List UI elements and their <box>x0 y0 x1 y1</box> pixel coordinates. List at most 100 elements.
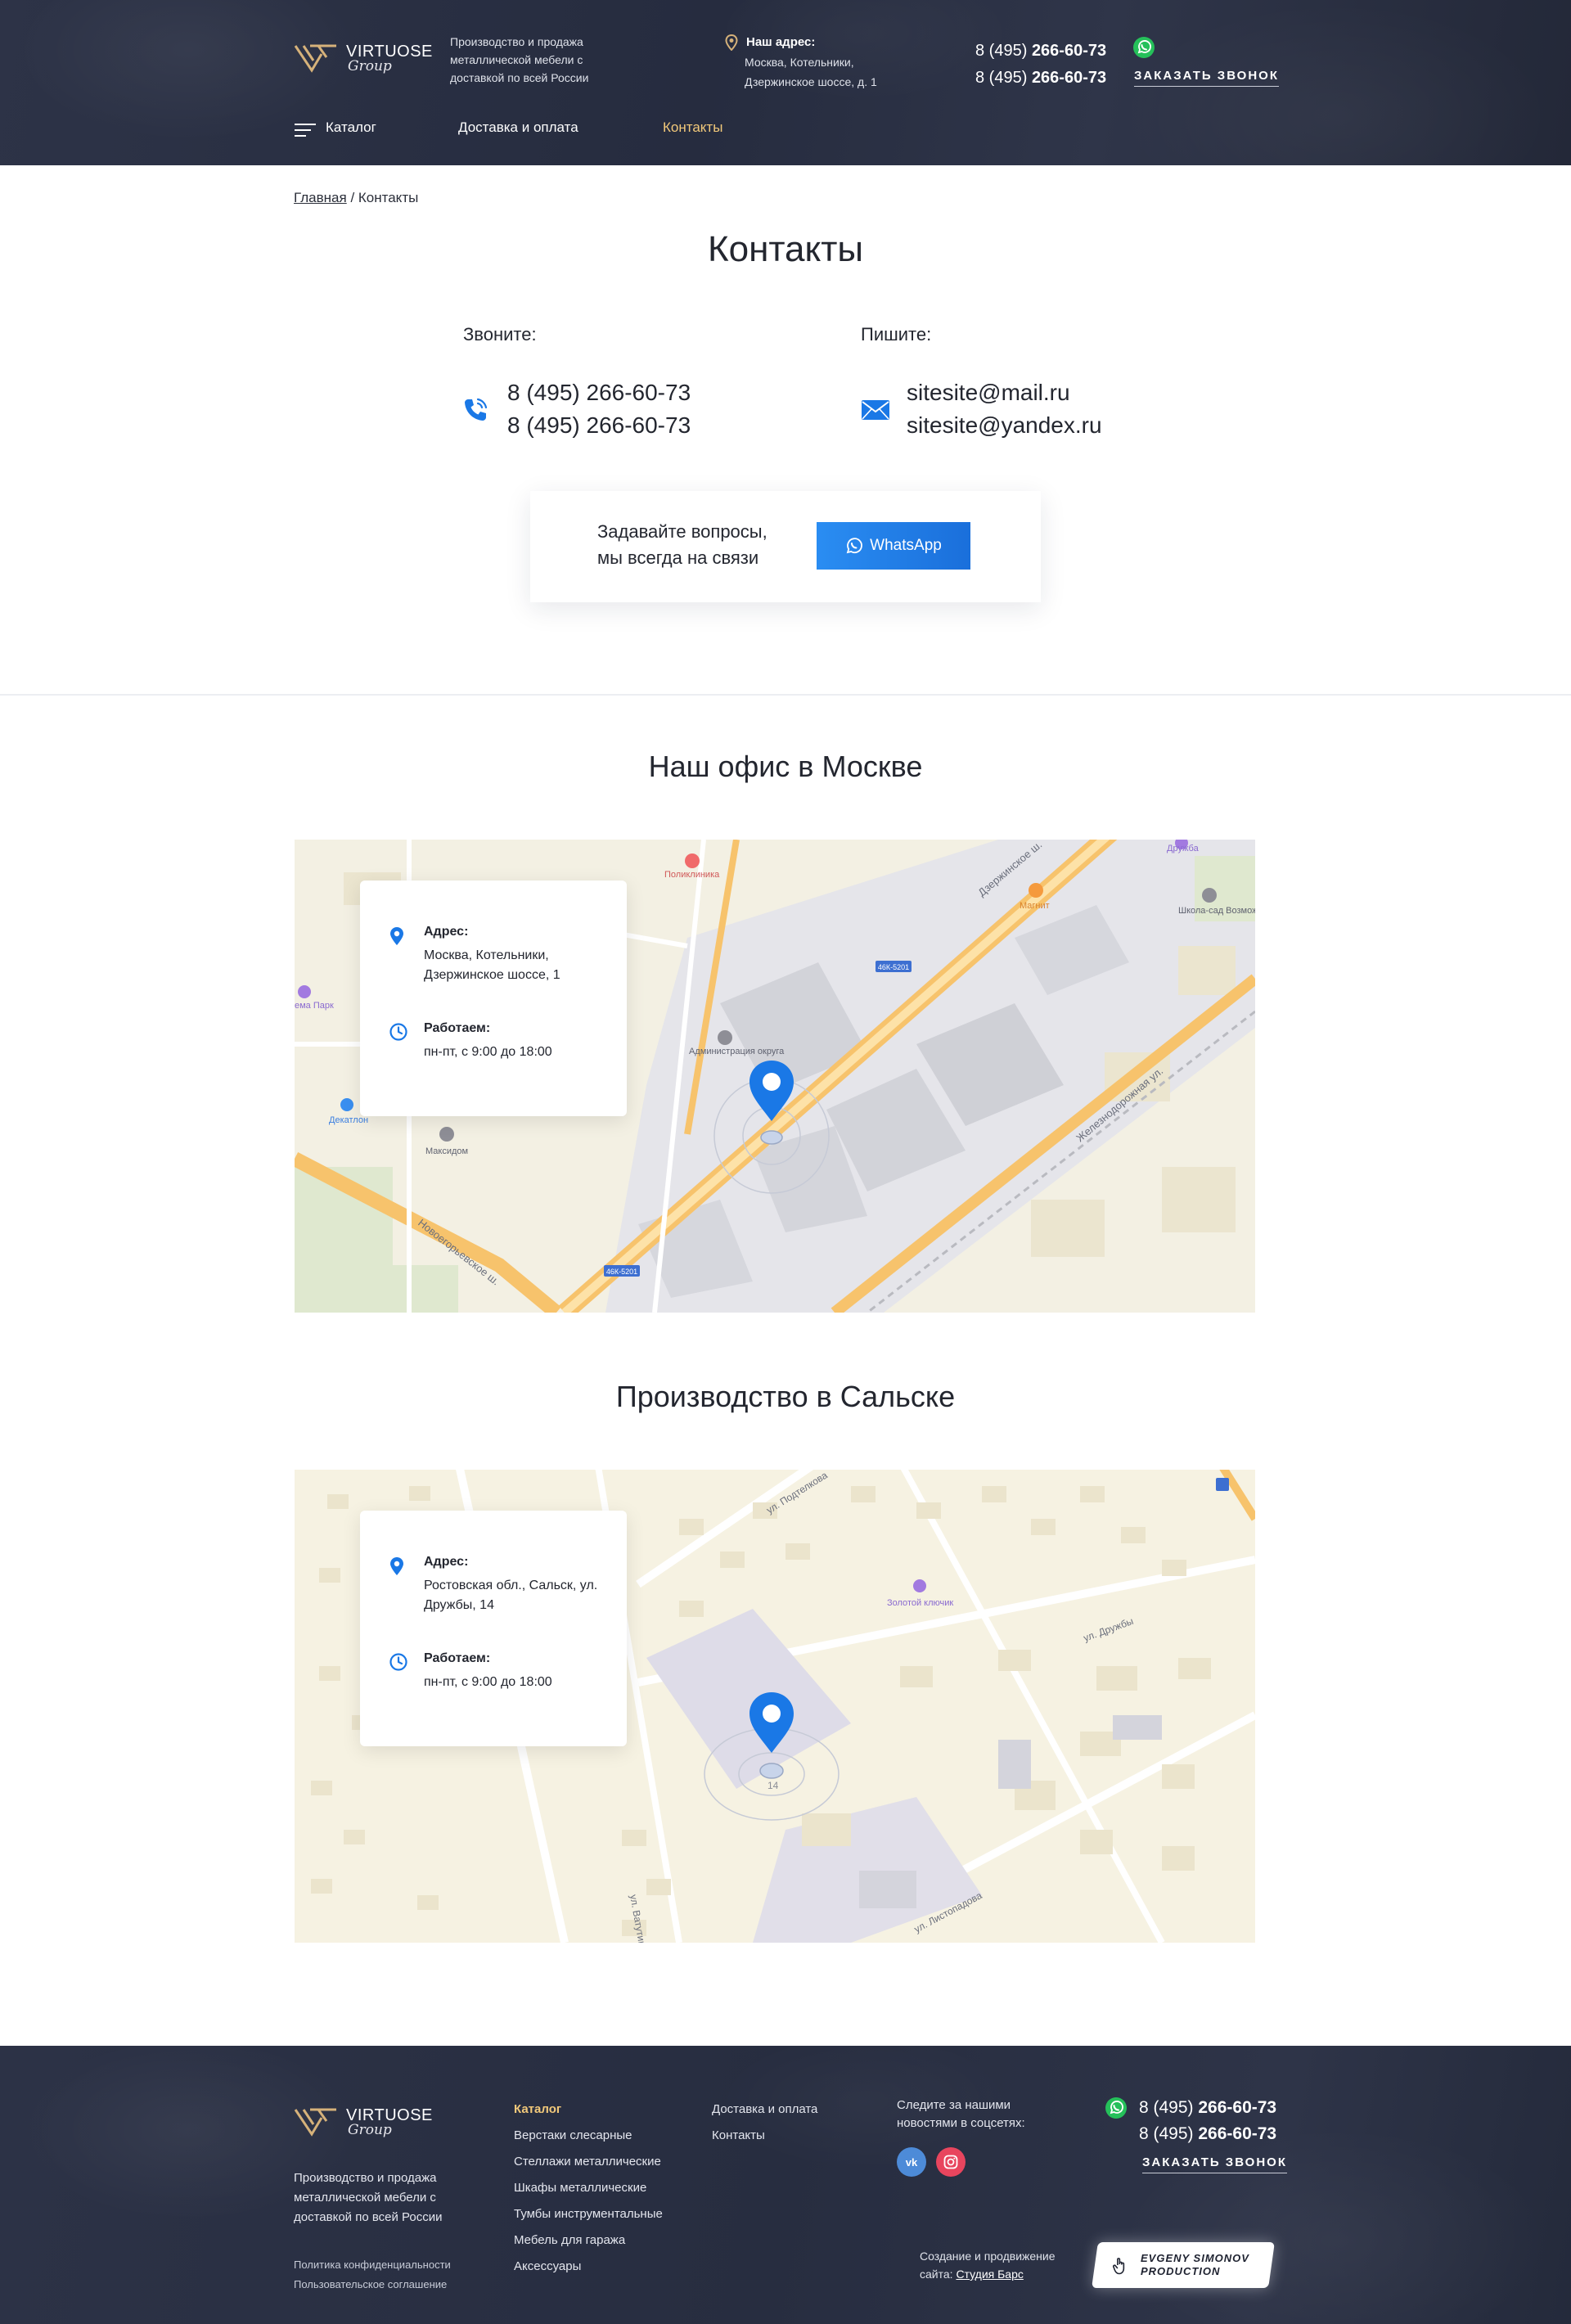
whatsapp-button-label: WhatsApp <box>870 537 942 554</box>
nav-catalog[interactable]: Каталог <box>326 119 376 136</box>
whatsapp-icon <box>846 538 863 554</box>
call-title: Звоните: <box>463 324 537 345</box>
footer-phones: 8 (495) 266-60-73 8 (495) 266-60-73 <box>1139 2095 1276 2147</box>
moscow-hours: пн-пт, с 9:00 до 18:00 <box>424 1045 552 1059</box>
whatsapp-card: Задавайте вопросы, мы всегда на связи Wh… <box>530 491 1041 602</box>
contact-phone-1[interactable]: 8 (495) 266-60-73 <box>507 376 691 409</box>
map-label-key: Золотой ключик <box>887 1598 953 1608</box>
map-label-clinic: Поликлиника <box>664 870 720 880</box>
contact-email-1[interactable]: sitesite@mail.ru <box>907 376 1102 409</box>
salsk-hours: пн-пт, с 9:00 до 18:00 <box>424 1675 552 1689</box>
phone-icon <box>465 398 488 421</box>
whatsapp-icon[interactable] <box>1132 36 1155 59</box>
logo-name: VIRTUOSE <box>346 42 433 61</box>
salsk-hours-label: Работаем: <box>424 1651 491 1665</box>
privacy-link[interactable]: Политика конфиденциальности <box>294 2259 451 2271</box>
whatsapp-card-text: Задавайте вопросы, мы всегда на связи <box>597 521 767 568</box>
contact-emails: sitesite@mail.ru sitesite@yandex.ru <box>907 376 1102 442</box>
nav-contacts[interactable]: Контакты <box>663 119 722 136</box>
agreement-link[interactable]: Пользовательское соглашение <box>294 2278 447 2290</box>
address-title: Наш адрес: <box>746 35 816 49</box>
hand-pointer-icon <box>1112 2258 1125 2275</box>
footer-catalog-head[interactable]: Каталог <box>514 2097 663 2123</box>
page-title: Контакты <box>707 229 864 269</box>
whatsapp-icon[interactable] <box>1105 2097 1128 2119</box>
logo-mark-icon <box>294 2108 336 2137</box>
footer-catalog-column: Каталог Верстаки слесарные Стеллажи мета… <box>514 2097 663 2280</box>
moscow-address-label: Адрес: <box>424 925 469 939</box>
moscow-office-title: Наш офис в Москве <box>648 750 923 783</box>
footer-logo[interactable]: VIRTUOSE Group <box>294 2106 433 2137</box>
breadcrumb-separator: / <box>346 190 358 205</box>
contact-email-2[interactable]: sitesite@yandex.ru <box>907 409 1102 442</box>
instagram-glyph-icon <box>943 2155 958 2169</box>
salsk-map[interactable]: Золотой ключик 14 ул. Подтелкова ул. Дру… <box>295 1470 1255 1943</box>
footer-info-column: Доставка и оплата Контакты <box>712 2097 817 2149</box>
map-label-admin: Администрация округа <box>689 1047 785 1056</box>
developer-badge[interactable]: EVGENY SIMONOV PRODUCTION <box>1092 2242 1275 2288</box>
footer-phone-1[interactable]: 8 (495) 266-60-73 <box>1139 2095 1276 2121</box>
clock-icon <box>389 1023 407 1041</box>
whatsapp-button[interactable]: WhatsApp <box>817 522 970 570</box>
footer-delivery-link[interactable]: Доставка и оплата <box>712 2097 817 2123</box>
contact-phones: 8 (495) 266-60-73 8 (495) 266-60-73 <box>507 376 691 442</box>
map-label-maxidom: Максидом <box>425 1146 468 1156</box>
salsk-info-card: Адрес: Ростовская обл., Сальск, ул. Друж… <box>360 1511 627 1746</box>
header-phone-2[interactable]: 8 (495) 266-60-73 <box>975 65 1106 92</box>
map-label-school: Школа-сад Возможность <box>1178 906 1255 916</box>
location-pin-icon <box>725 34 738 51</box>
footer-catalog-item[interactable]: Мебель для гаража <box>514 2227 663 2254</box>
site-footer: VIRTUOSE Group Производство и продажа ме… <box>0 2046 1571 2324</box>
moscow-info-card: Адрес: Москва, Котельники, Дзержинское ш… <box>360 881 627 1116</box>
footer-catalog-item[interactable]: Верстаки слесарные <box>514 2123 663 2149</box>
vk-icon[interactable]: vk <box>897 2147 926 2177</box>
map-label-house14: 14 <box>767 1780 779 1791</box>
map-badge-1: 46К-5201 <box>878 963 909 971</box>
footer-social-text: Следите за нашими новостями в соцсетях: <box>897 2098 1025 2130</box>
salsk-address-label: Адрес: <box>424 1555 469 1569</box>
breadcrumb-current: Контакты <box>358 190 419 205</box>
breadcrumb: Главная / Контакты <box>294 190 418 206</box>
footer-logo-name: VIRTUOSE <box>346 2106 433 2124</box>
mail-icon <box>862 400 889 420</box>
header-callback-link[interactable]: ЗАКАЗАТЬ ЗВОНОК <box>1134 69 1279 87</box>
nav-delivery[interactable]: Доставка и оплата <box>458 119 578 136</box>
site-header: VIRTUOSE Group Производство и продажа ме… <box>0 0 1571 165</box>
contact-phone-2[interactable]: 8 (495) 266-60-73 <box>507 409 691 442</box>
footer-catalog-item[interactable]: Стеллажи металлические <box>514 2149 663 2175</box>
header-phones: 8 (495) 266-60-73 8 (495) 266-60-73 <box>975 38 1106 92</box>
map-label-decathlon: Декатлон <box>329 1115 368 1125</box>
header-tagline: Производство и продажа металлической меб… <box>450 35 589 84</box>
address-text: Москва, Котельники, Дзержинское шоссе, д… <box>745 56 877 88</box>
salsk-production-title: Производство в Сальске <box>615 1380 956 1413</box>
location-pin-icon <box>390 1557 403 1575</box>
write-title: Пишите: <box>861 324 932 345</box>
location-pin-icon <box>390 927 403 945</box>
map-label-druzhba: Дружба <box>1167 844 1200 853</box>
moscow-map[interactable]: 46К-5201 46К-5201 Поликлиника Магнит Дру… <box>295 840 1255 1313</box>
header-logo[interactable]: VIRTUOSE Group <box>294 43 433 74</box>
instagram-icon[interactable] <box>936 2147 966 2177</box>
salsk-address: Ростовская обл., Сальск, ул. Дружбы, 14 <box>424 1579 598 1612</box>
developer-name: EVGENY SIMONOV PRODUCTION <box>1141 2252 1249 2277</box>
footer-catalog-item[interactable]: Шкафы металлические <box>514 2175 663 2201</box>
moscow-hours-label: Работаем: <box>424 1021 491 1035</box>
menu-icon[interactable] <box>295 123 316 137</box>
breadcrumb-home[interactable]: Главная <box>294 190 347 205</box>
footer-logo-sub: Group <box>348 2121 392 2138</box>
logo-sub: Group <box>348 57 392 74</box>
footer-phone-2[interactable]: 8 (495) 266-60-73 <box>1139 2121 1276 2147</box>
footer-contacts-link[interactable]: Контакты <box>712 2123 817 2149</box>
section-divider <box>0 694 1571 696</box>
studio-link[interactable]: Студия Барс <box>956 2268 1023 2281</box>
moscow-address: Москва, Котельники, Дзержинское шоссе, 1 <box>424 948 560 982</box>
footer-credit: Создание и продвижение сайта: Студия Бар… <box>920 2247 1075 2283</box>
header-phone-1[interactable]: 8 (495) 266-60-73 <box>975 38 1106 65</box>
map-label-magnit: Магнит <box>1020 901 1050 911</box>
logo-mark-icon <box>294 44 336 73</box>
footer-catalog-item[interactable]: Аксессуары <box>514 2254 663 2280</box>
map-label-park: ема Парк <box>295 1001 334 1011</box>
map-badge-2: 46К-5201 <box>606 1268 637 1276</box>
footer-callback-link[interactable]: ЗАКАЗАТЬ ЗВОНОК <box>1142 2155 1287 2173</box>
footer-catalog-item[interactable]: Тумбы инструментальные <box>514 2201 663 2227</box>
